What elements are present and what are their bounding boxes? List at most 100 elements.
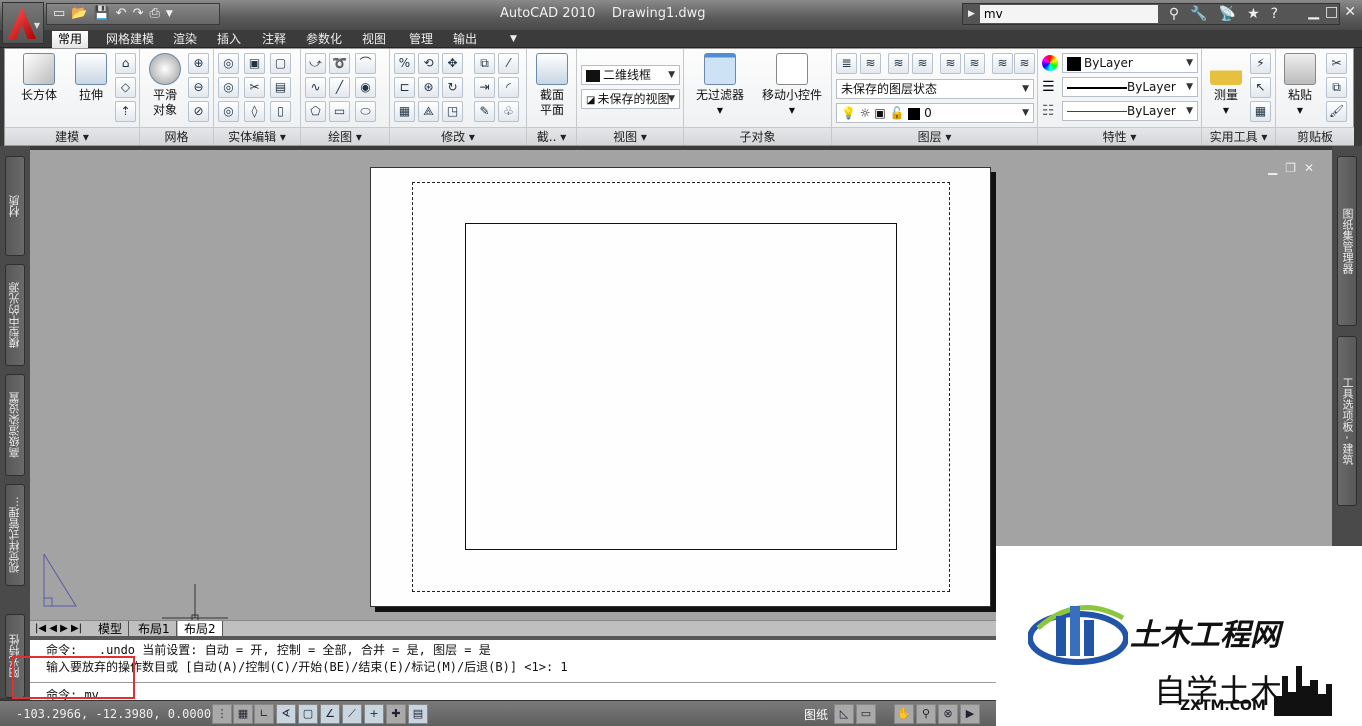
polygon-icon[interactable]: ⬠ [305,101,326,122]
tab-insert[interactable]: 插入 [211,31,247,48]
showmotion-icon[interactable]: ▶ [960,704,980,724]
quick-view-layouts-icon[interactable]: ▭ [856,704,876,724]
rotate-icon[interactable]: ↻ [442,77,463,98]
palette-visual-styles[interactable]: 视觉样式管理... [5,484,25,586]
smooth-less-icon[interactable]: ⊖ [188,77,209,98]
tab-model[interactable]: 模型 [92,621,130,637]
section-plane-button[interactable]: 截面 平面 [533,53,571,118]
layer-previous-icon[interactable]: ≋ [940,53,961,74]
smooth-more-icon[interactable]: ⊕ [188,53,209,74]
tab-home[interactable]: 常用 [52,31,89,48]
measure-button[interactable]: 测量 ▼ [1206,53,1246,118]
maximize-icon[interactable]: □ [1325,4,1338,20]
close-icon[interactable]: ✕ [1344,4,1356,20]
stretch-icon[interactable]: ⇥ [474,77,495,98]
copy-icon[interactable]: ⧉ [474,53,495,74]
pan-icon[interactable]: ✋ [894,704,914,724]
extrude-button[interactable]: 拉伸 [67,53,115,103]
refine-mesh-icon[interactable]: ⊘ [188,101,209,122]
ribbon-minimize-icon[interactable]: ▼ [504,31,523,48]
shell-icon[interactable]: ▯ [270,101,291,122]
slice-icon[interactable]: ✂ [244,77,265,98]
minimize-icon[interactable]: ▁ [1308,4,1319,20]
separate-icon[interactable]: ▢ [270,53,291,74]
3d-osnap-icon[interactable]: ∠ [320,704,340,724]
arc-icon[interactable]: ⌒ [355,53,376,74]
move-gizmo-button[interactable]: 移动小控件 ▼ [758,53,826,118]
tab-layout2[interactable]: 布局2 [178,621,223,637]
copy-clip-icon[interactable]: ⧉ [1326,77,1347,98]
tab-output[interactable]: 输出 [447,31,483,48]
line-icon[interactable]: ╱ [329,77,350,98]
tab-nav-buttons[interactable]: |◀ ◀ ▶ ▶| [32,621,85,637]
dynamic-ucs-icon[interactable]: + [364,704,384,724]
minimize-icon[interactable]: ▁ [1268,161,1277,175]
move-icon[interactable]: ✥ [442,53,463,74]
smooth-object-button[interactable]: 平滑 对象 [146,53,184,118]
tab-mesh-modeling[interactable]: 网格建模 [100,31,160,48]
key-icon[interactable]: 🔧 [1190,6,1207,22]
customize-dropdown-icon[interactable]: ▼ [166,7,173,21]
cut-icon[interactable]: ✂ [1326,53,1347,74]
intersect-icon[interactable]: ◎ [218,101,239,122]
lineweight-toggle-icon[interactable]: ▤ [408,704,428,724]
palette-sheet-set-manager[interactable]: 图纸集管理器 [1337,156,1357,326]
layer-isolate-icon[interactable]: ≋ [964,53,985,74]
paste-button[interactable]: 粘贴 ▼ [1280,53,1320,118]
restore-icon[interactable]: ❐ [1285,161,1296,175]
panel-label[interactable]: 实用工具 ▾ [1202,127,1275,145]
object-snap-icon[interactable]: ▢ [298,704,318,724]
fillet-icon[interactable]: ◜ [498,77,519,98]
panel-label[interactable]: 实体编辑 ▾ [214,127,300,145]
no-filter-button[interactable]: 无过滤器 ▼ [690,53,750,118]
panel-label[interactable]: 视图 ▾ [577,127,683,145]
palette-advanced-render[interactable]: 高级渲染设置 [5,374,25,476]
helix-icon[interactable]: ➰ [329,53,350,74]
panel-label[interactable]: 修改 ▾ [390,127,526,145]
polysolid-icon[interactable]: ⌂ [115,53,136,74]
open-icon[interactable]: 📂 [71,7,87,21]
tab-render[interactable]: 渲染 [167,31,203,48]
3d-rotate-icon[interactable]: ⟲ [418,53,439,74]
surface-icon[interactable]: ◇ [115,77,136,98]
layer-properties-icon[interactable]: ≣ [836,53,857,74]
communication-center-icon[interactable]: 📡 [1219,6,1236,22]
layout-view-icon[interactable]: ◺ [834,704,854,724]
steering-wheel-icon[interactable]: ⊗ [938,704,958,724]
layer-freeze-icon[interactable]: ≋ [992,53,1013,74]
subtract-icon[interactable]: ◎ [218,77,239,98]
visual-style-dropdown[interactable]: 二维线框 ▼ [581,65,680,85]
circle-icon[interactable]: ◉ [355,77,376,98]
expand-icon[interactable]: ▶ [968,9,975,19]
tab-parametric[interactable]: 参数化 [300,31,348,48]
layer-state-icon[interactable]: ≋ [860,53,881,74]
trim-icon[interactable]: ⁄ [498,53,519,74]
box-button[interactable]: 长方体 [15,53,63,103]
panel-label[interactable]: 截.. ▾ [527,127,576,145]
redo-icon[interactable]: ↷ [133,7,144,21]
dynamic-input-icon[interactable]: ✚ [386,704,406,724]
grid-display-icon[interactable]: ▦ [233,704,253,724]
match-properties-icon[interactable]: 🖌 [1326,101,1347,122]
application-menu-button[interactable]: ▼ [2,2,44,44]
match-layer-icon[interactable]: ≋ [912,53,933,74]
save-icon[interactable]: 💾 [93,7,109,21]
panel-label[interactable]: 建模 ▾ [5,127,139,145]
make-current-icon[interactable]: ≋ [888,53,909,74]
palette-lights[interactable]: 模型中的光源 [5,264,25,366]
snap-mode-icon[interactable]: ⋮ [212,704,232,724]
rectangle-icon[interactable]: ▭ [329,101,350,122]
color-dropdown[interactable]: ByLayer ▼ [1062,53,1198,73]
search-input[interactable] [979,5,1158,23]
palette-materials[interactable]: 材质 [5,156,25,256]
imprint-icon[interactable]: ◊ [244,101,265,122]
space-toggle[interactable]: 图纸 [804,706,828,723]
layer-dropdown[interactable]: 💡 ☼ ▣ 🔓 0 ▼ [836,103,1034,123]
panel-label[interactable]: 图层 ▾ [832,127,1037,145]
spline-icon[interactable]: ∿ [305,77,326,98]
align-icon[interactable]: ⊏ [394,77,415,98]
binoculars-search-icon[interactable]: ⚲ [1169,6,1179,22]
extract-edges-icon[interactable]: ▤ [270,77,291,98]
named-view-dropdown[interactable]: ◪ 未保存的视图 ▼ [581,89,680,109]
array-icon[interactable]: ▦ [394,101,415,122]
